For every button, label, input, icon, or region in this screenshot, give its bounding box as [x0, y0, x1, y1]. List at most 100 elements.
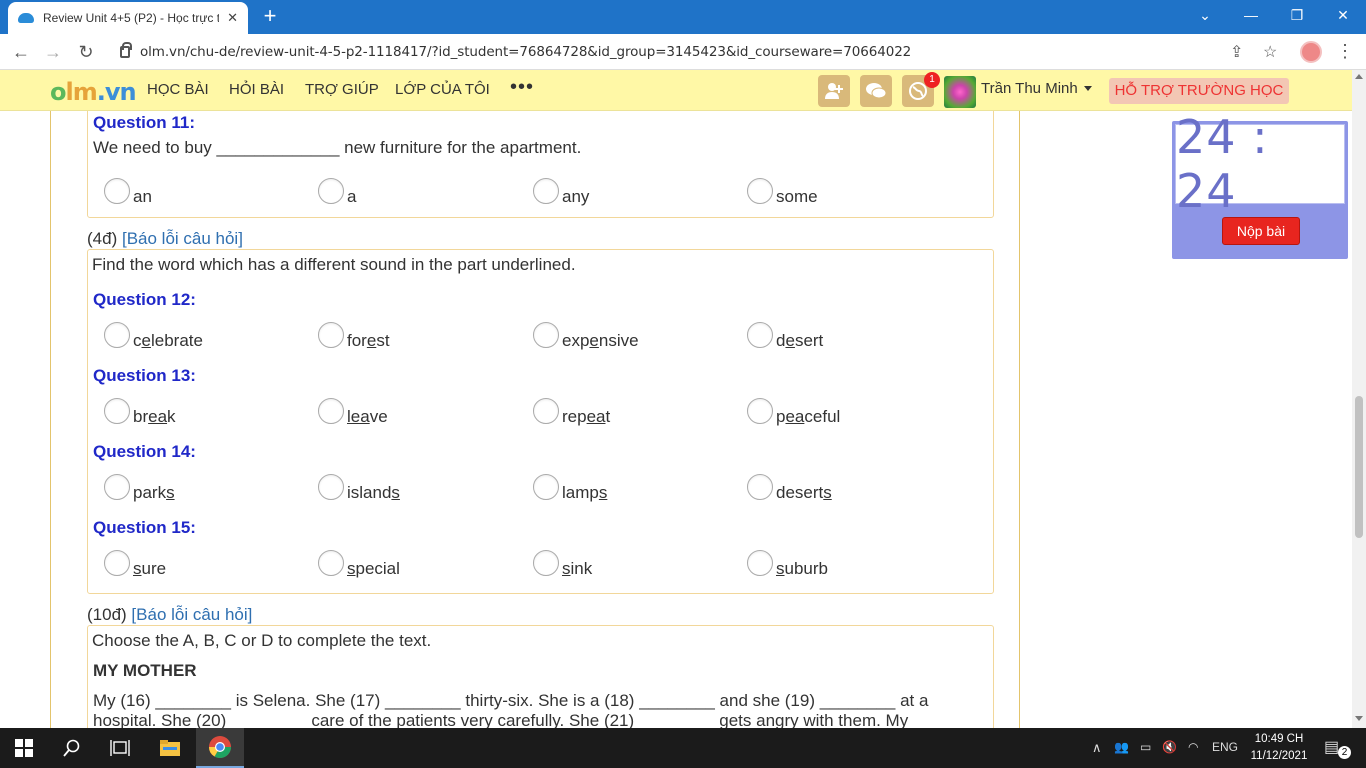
back-icon[interactable]: ← — [8, 40, 34, 64]
option-label: lamps — [562, 483, 608, 502]
browser-titlebar: Review Unit 4+5 (P2) - Học trực t ✕ + ⌄ … — [0, 0, 1366, 34]
answer-option[interactable]: repeat — [533, 398, 610, 426]
search-icon[interactable] — [48, 728, 96, 768]
volume-muted-icon[interactable]: 🔇 — [1162, 740, 1177, 754]
page-scrollbar[interactable] — [1352, 70, 1366, 728]
clock-date: 11/12/2021 — [1250, 750, 1308, 762]
radio-button[interactable] — [104, 474, 130, 500]
radio-button[interactable] — [533, 474, 559, 500]
notification-center-icon[interactable]: ▤ — [1324, 737, 1339, 757]
bookmark-star-icon[interactable]: ☆ — [1263, 42, 1277, 62]
cloud-favicon-icon — [18, 13, 34, 23]
answer-option[interactable]: islands — [318, 474, 400, 502]
radio-button[interactable] — [533, 550, 559, 576]
url-bar[interactable]: olm.vn/chu-de/review-unit-4-5-p2-1118417… — [108, 39, 1288, 65]
show-hidden-icons-icon[interactable]: ∧ — [1092, 740, 1102, 756]
option-label: special — [347, 559, 400, 578]
passage-text: My (16) ________ is Selena. She (17) ___… — [93, 691, 973, 728]
radio-button[interactable] — [747, 322, 773, 348]
file-explorer-icon[interactable] — [146, 728, 194, 768]
radio-button[interactable] — [533, 322, 559, 348]
windows-start-icon[interactable] — [0, 728, 48, 768]
restore-button[interactable]: ❐ — [1274, 0, 1320, 30]
school-support-button[interactable]: HỖ TRỢ TRƯỜNG HỌC — [1109, 78, 1289, 104]
answer-option[interactable]: break — [104, 398, 176, 426]
radio-button[interactable] — [747, 550, 773, 576]
logo-lm: lm — [65, 78, 98, 106]
answer-option[interactable]: desert — [747, 322, 823, 350]
input-language[interactable]: ENG — [1212, 740, 1238, 754]
answer-option[interactable]: special — [318, 550, 400, 578]
radio-button[interactable] — [104, 398, 130, 424]
browser-menu-icon[interactable]: ⋮ — [1336, 41, 1354, 62]
radio-button[interactable] — [318, 474, 344, 500]
logo-vn: .vn — [96, 78, 137, 106]
answer-option[interactable]: a — [318, 178, 356, 206]
answer-option[interactable]: deserts — [747, 474, 832, 502]
radio-button[interactable] — [104, 550, 130, 576]
system-clock[interactable]: 10:49 CH 11/12/2021 — [1244, 731, 1314, 765]
radio-button[interactable] — [104, 322, 130, 348]
forward-icon[interactable]: → — [40, 40, 66, 64]
answer-option[interactable]: some — [747, 178, 818, 206]
radio-button[interactable] — [533, 398, 559, 424]
olm-logo[interactable]: olm.vn — [50, 78, 137, 106]
radio-button[interactable] — [318, 550, 344, 576]
radio-button[interactable] — [747, 178, 773, 204]
option-label: forest — [347, 331, 390, 350]
battery-icon[interactable]: ▭ — [1140, 740, 1151, 754]
radio-button[interactable] — [104, 178, 130, 204]
new-tab-button[interactable]: + — [258, 5, 282, 29]
people-icon[interactable]: 👥 — [1114, 740, 1129, 754]
answer-option[interactable]: expensive — [533, 322, 639, 350]
profile-avatar[interactable] — [1300, 41, 1322, 63]
radio-button[interactable] — [318, 322, 344, 348]
reload-icon[interactable]: ↻ — [73, 40, 99, 64]
close-tab-icon[interactable]: ✕ — [227, 10, 238, 26]
menu-lop-cua-toi[interactable]: LỚP CỦA TÔI — [395, 81, 490, 98]
radio-button[interactable] — [747, 474, 773, 500]
radio-button[interactable] — [318, 398, 344, 424]
answer-option[interactable]: peaceful — [747, 398, 840, 426]
minimize-button[interactable]: — — [1228, 0, 1274, 30]
wifi-icon[interactable]: ◠ — [1188, 740, 1198, 754]
answer-option[interactable]: celebrate — [104, 322, 203, 350]
answer-option[interactable]: forest — [318, 322, 390, 350]
browser-tab[interactable]: Review Unit 4+5 (P2) - Học trực t ✕ — [8, 2, 248, 34]
scroll-down-icon[interactable] — [1355, 716, 1363, 721]
answer-option[interactable]: leave — [318, 398, 388, 426]
tab-search-icon[interactable]: ⌄ — [1182, 0, 1228, 30]
option-label: expensive — [562, 331, 639, 350]
menu-hoc-bai[interactable]: HỌC BÀI — [147, 81, 209, 98]
close-window-button[interactable]: ✕ — [1320, 0, 1366, 30]
submit-button[interactable]: Nộp bài — [1222, 217, 1300, 245]
answer-option[interactable]: parks — [104, 474, 175, 502]
add-friend-icon[interactable] — [818, 75, 850, 107]
menu-hoi-bai[interactable]: HỎI BÀI — [229, 81, 284, 98]
radio-button[interactable] — [318, 178, 344, 204]
chrome-taskbar-icon[interactable] — [196, 728, 244, 768]
chevron-down-icon[interactable] — [1084, 86, 1092, 91]
radio-button[interactable] — [747, 398, 773, 424]
scroll-thumb[interactable] — [1355, 396, 1363, 538]
answer-option[interactable]: an — [104, 178, 152, 206]
answer-option[interactable]: any — [533, 178, 589, 206]
address-toolbar: ← → ↻ olm.vn/chu-de/review-unit-4-5-p2-1… — [0, 34, 1366, 70]
task-view-icon[interactable] — [96, 728, 144, 768]
answer-option[interactable]: lamps — [533, 474, 608, 502]
radio-button[interactable] — [533, 178, 559, 204]
chat-icon[interactable] — [860, 75, 892, 107]
report-error-link[interactable]: [Báo lỗi câu hỏi] — [122, 229, 243, 248]
menu-tro-giup[interactable]: TRỢ GIÚP — [305, 81, 379, 98]
answer-option[interactable]: suburb — [747, 550, 828, 578]
report-error-link[interactable]: [Báo lỗi câu hỏi] — [131, 605, 252, 624]
username[interactable]: Trần Thu Minh — [981, 80, 1078, 97]
menu-more-icon[interactable]: ••• — [510, 76, 534, 99]
answer-option[interactable]: sink — [533, 550, 592, 578]
lock-icon — [120, 42, 132, 58]
user-avatar[interactable] — [944, 76, 976, 108]
points-value: (4đ) — [87, 229, 118, 248]
scroll-up-icon[interactable] — [1355, 74, 1363, 79]
share-icon[interactable]: ⇪ — [1230, 42, 1243, 62]
answer-option[interactable]: sure — [104, 550, 166, 578]
